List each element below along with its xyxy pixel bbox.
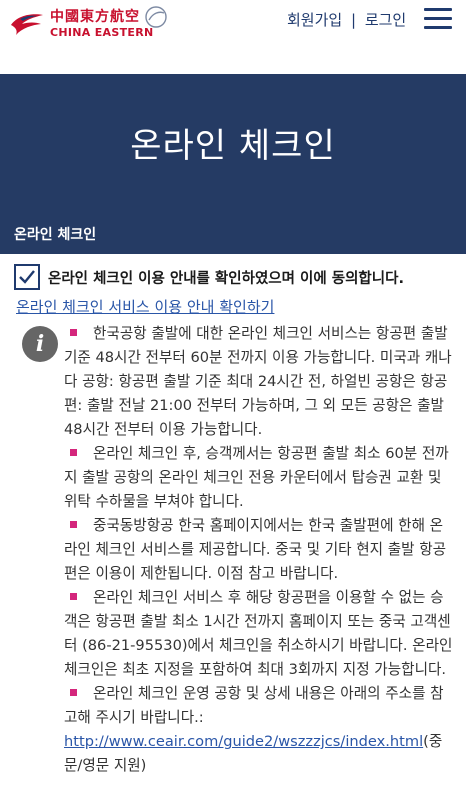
notice-text: 온라인 체크인 운영 공항 및 상세 내용은 아래의 주소를 참고해 주시기 바… [64, 685, 444, 726]
login-link[interactable]: 로그인 [365, 11, 406, 29]
agreement-text: 온라인 체크인 이용 안내를 확인하였으며 이에 동의합니다. [48, 270, 404, 287]
auth-links: 회원가입 | 로그인 [287, 9, 406, 30]
notice-text: 중국동방항공 한국 홈페이지에서는 한국 출발편에 한해 온라인 체크인 서비스… [64, 517, 447, 582]
service-guide-link[interactable]: 온라인 체크인 서비스 이용 안내 확인하기 [16, 296, 274, 317]
notice-text: 온라인 체크인 후, 승객께서는 항공편 출발 최소 60분 전까지 출발 공항… [64, 445, 449, 510]
logo-chinese-text: 中國東方航空 [50, 9, 140, 25]
bullet-icon [70, 593, 77, 600]
section-label: 온라인 체크인 [14, 227, 97, 243]
info-icon: i [22, 326, 58, 362]
hamburger-menu-icon[interactable] [424, 8, 452, 30]
hero-banner: 온라인 체크인 온라인 체크인 [0, 74, 466, 254]
site-header: 中國東方航空 CHINA EASTERN 회원가입 | 로그인 [0, 0, 466, 74]
auth-separator: | [350, 11, 357, 29]
guide-url-link[interactable]: http://www.ceair.com/guide2/wszzzjcs/ind… [64, 733, 423, 750]
bullet-icon [70, 329, 77, 336]
logo-english-text: CHINA EASTERN [50, 26, 154, 39]
skyteam-badge-icon [145, 6, 167, 28]
notice-text: 한국공항 출발에 대한 온라인 체크인 서비스는 항공편 출발 기준 48시간 … [64, 325, 452, 438]
notice-item: 온라인 체크인 후, 승객께서는 항공편 출발 최소 60분 전까지 출발 공항… [64, 442, 456, 514]
bullet-icon [70, 449, 77, 456]
signup-link[interactable]: 회원가입 [287, 11, 342, 29]
agreement-checkbox[interactable] [14, 264, 40, 290]
notice-item: 중국동방항공 한국 홈페이지에서는 한국 출발편에 한해 온라인 체크인 서비스… [64, 514, 456, 586]
notice-item: 온라인 체크인 운영 공항 및 상세 내용은 아래의 주소를 참고해 주시기 바… [64, 682, 456, 730]
bullet-icon [70, 689, 77, 696]
notice-text: 온라인 체크인 서비스 후 해당 항공편을 이용할 수 없는 승객은 항공편 출… [64, 589, 453, 678]
notice-item: 한국공항 출발에 대한 온라인 체크인 서비스는 항공편 출발 기준 48시간 … [64, 322, 456, 442]
notice-list: 한국공항 출발에 대한 온라인 체크인 서비스는 항공편 출발 기준 48시간 … [64, 322, 456, 778]
bullet-icon [70, 521, 77, 528]
notice-item: 온라인 체크인 서비스 후 해당 항공편을 이용할 수 없는 승객은 항공편 출… [64, 586, 456, 682]
swallow-logo-icon [11, 14, 43, 35]
page-title: 온라인 체크인 [130, 126, 336, 166]
agreement-row: 온라인 체크인 이용 안내를 확인하였으며 이에 동의합니다. [14, 264, 404, 290]
checkmark-icon [19, 270, 35, 284]
notice-url-line: http://www.ceair.com/guide2/wszzzjcs/ind… [64, 730, 456, 778]
